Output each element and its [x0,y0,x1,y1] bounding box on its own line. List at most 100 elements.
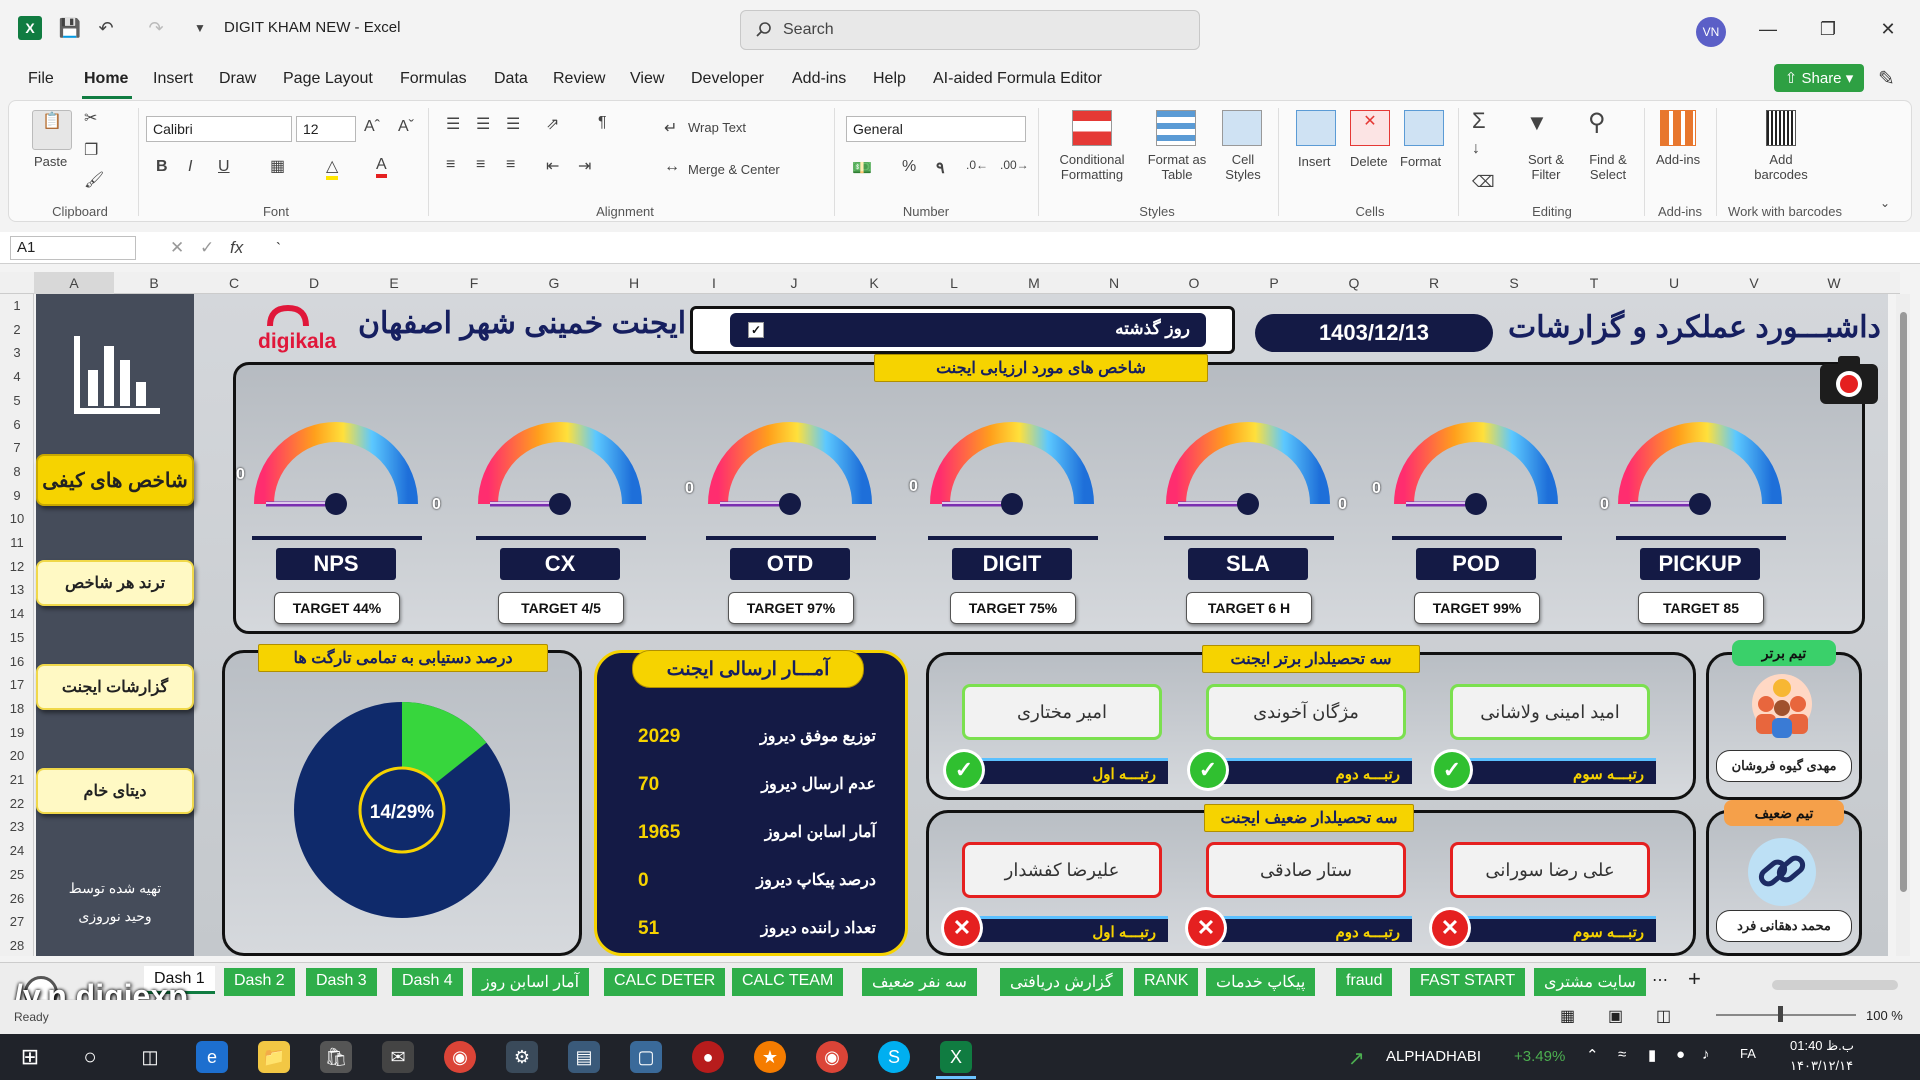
edge-icon[interactable]: e [196,1041,228,1073]
tray-overflow-icon[interactable]: ⌃ [1586,1046,1599,1064]
italic-icon[interactable]: I [188,158,192,176]
row-header[interactable]: 18 [0,701,34,716]
menu-ai-formula-editor[interactable]: AI-aided Formula Editor [933,70,1102,88]
fill-icon[interactable]: ↓ [1472,140,1480,158]
name-box[interactable]: A1 [10,236,136,260]
wrap-text-button[interactable]: Wrap Text [688,120,746,135]
column-header[interactable]: V [1744,275,1764,291]
restore-icon[interactable]: ❐ [1808,14,1848,44]
chrome-icon[interactable]: ◉ [444,1041,476,1073]
column-header[interactable]: D [304,275,324,291]
row-header[interactable]: 16 [0,654,34,669]
align-top-icon[interactable]: ☰ [446,114,460,134]
menu-page-layout[interactable]: Page Layout [283,70,373,88]
percent-icon[interactable]: % [902,158,916,176]
skype-icon[interactable]: S [878,1041,910,1073]
add-ins-icon[interactable] [1660,110,1696,146]
page-break-view-icon[interactable]: ◫ [1656,1006,1671,1026]
page-layout-view-icon[interactable]: ▣ [1608,1006,1623,1026]
redo-icon[interactable]: ↷ [144,16,168,40]
decrease-indent-icon[interactable]: ⇤ [546,156,559,176]
column-header[interactable]: L [944,275,964,291]
underline-icon[interactable]: U [218,158,230,176]
row-header[interactable]: 17 [0,677,34,692]
add-barcodes-button[interactable]: Add barcodes [1746,152,1816,182]
row-header[interactable]: 22 [0,796,34,811]
row-header[interactable]: 7 [0,440,34,455]
camera-icon[interactable] [1818,354,1880,406]
sidebar-reports-button[interactable]: گزارشات ایجنت [36,664,194,710]
barcode-icon[interactable] [1766,110,1796,146]
merge-center-button[interactable]: Merge & Center [688,162,780,177]
conditional-formatting-icon[interactable] [1072,110,1112,146]
share-button[interactable]: ⇧ Share ▾ [1774,64,1864,92]
add-ins-button[interactable]: Add-ins [1656,152,1700,167]
sheet-tab[interactable]: CALC TEAM [732,968,844,996]
shrink-font-icon[interactable]: Aˇ [398,118,414,136]
customize-toolbar-icon[interactable]: ▼ [188,16,212,40]
column-header[interactable]: C [224,275,244,291]
row-header[interactable]: 9 [0,488,34,503]
recorder-icon[interactable]: ● [692,1041,724,1073]
grow-font-icon[interactable]: Aˆ [364,118,380,136]
column-header[interactable]: K [864,275,884,291]
delete-cells-icon[interactable]: ✕ [1350,110,1390,146]
app-icon[interactable]: ▤ [568,1041,600,1073]
insert-function-icon[interactable]: fx [230,238,243,258]
column-header[interactable]: H [624,275,644,291]
input-language[interactable]: FA [1740,1046,1756,1061]
format-painter-icon[interactable]: 🖌 [84,170,104,190]
row-header[interactable]: 19 [0,725,34,740]
save-icon[interactable]: 💾 [58,16,82,40]
menu-data[interactable]: Data [494,70,528,88]
row-header[interactable]: 4 [0,369,34,384]
mail-icon[interactable]: ✉ [382,1041,414,1073]
sheet-tab[interactable]: سه نفر ضعیف [862,968,977,996]
task-view-icon[interactable]: ◫ [134,1041,166,1073]
menu-draw[interactable]: Draw [219,70,256,88]
horizontal-scrollbar[interactable] [1772,980,1898,990]
find-select-button[interactable]: Find & Select [1580,152,1636,182]
menu-insert[interactable]: Insert [153,70,193,88]
minimize-icon[interactable]: — [1748,14,1788,44]
sidebar-trend-button[interactable]: ترند هر شاخص [36,560,194,606]
formula-input[interactable]: ` [276,240,281,257]
search-input[interactable]: Search [740,10,1200,50]
sheet-tab[interactable]: CALC DETER [604,968,726,996]
delete-cells-button[interactable]: Delete [1350,154,1388,169]
align-bottom-icon[interactable]: ☰ [506,114,520,134]
column-header[interactable]: R [1424,275,1444,291]
cell-styles-button[interactable]: Cell Styles [1218,152,1268,182]
app-icon[interactable]: ★ [754,1041,786,1073]
accounting-format-icon[interactable]: 💵 [852,158,872,178]
column-header[interactable]: G [544,275,564,291]
column-header[interactable]: J [784,275,804,291]
align-middle-icon[interactable]: ☰ [476,114,490,134]
row-header[interactable]: 14 [0,606,34,621]
cell-styles-icon[interactable] [1222,110,1262,146]
vertical-scroll-thumb[interactable] [1900,312,1907,892]
wifi-icon[interactable]: ≈ [1618,1046,1626,1063]
column-header[interactable]: P [1264,275,1284,291]
row-header[interactable]: 2 [0,322,34,337]
increase-decimal-icon[interactable]: .0← [966,158,988,172]
bold-icon[interactable]: B [156,158,168,176]
copy-icon[interactable]: ❐ [84,140,98,160]
windows-start-icon[interactable]: ⊞ [14,1041,46,1073]
font-size-select[interactable]: 12 [296,116,356,142]
row-header[interactable]: 11 [0,535,34,550]
cut-icon[interactable]: ✂ [84,108,97,128]
sheet-tab[interactable]: آمار اسابن روز [472,968,590,996]
align-center-icon[interactable]: ≡ [476,156,485,174]
row-header[interactable]: 26 [0,891,34,906]
column-header[interactable]: A [64,275,84,291]
conditional-formatting-button[interactable]: Conditional Formatting [1046,152,1138,182]
column-header[interactable]: N [1104,275,1124,291]
app-icon[interactable]: ▢ [630,1041,662,1073]
format-as-table-icon[interactable] [1156,110,1196,146]
column-header[interactable]: U [1664,275,1684,291]
ribbon-collapse-icon[interactable]: ⌄ [1880,196,1890,210]
sheet-tab[interactable]: fraud [1336,968,1393,996]
merge-center-icon[interactable]: ↔ [664,158,680,176]
format-as-table-button[interactable]: Format as Table [1138,152,1216,182]
